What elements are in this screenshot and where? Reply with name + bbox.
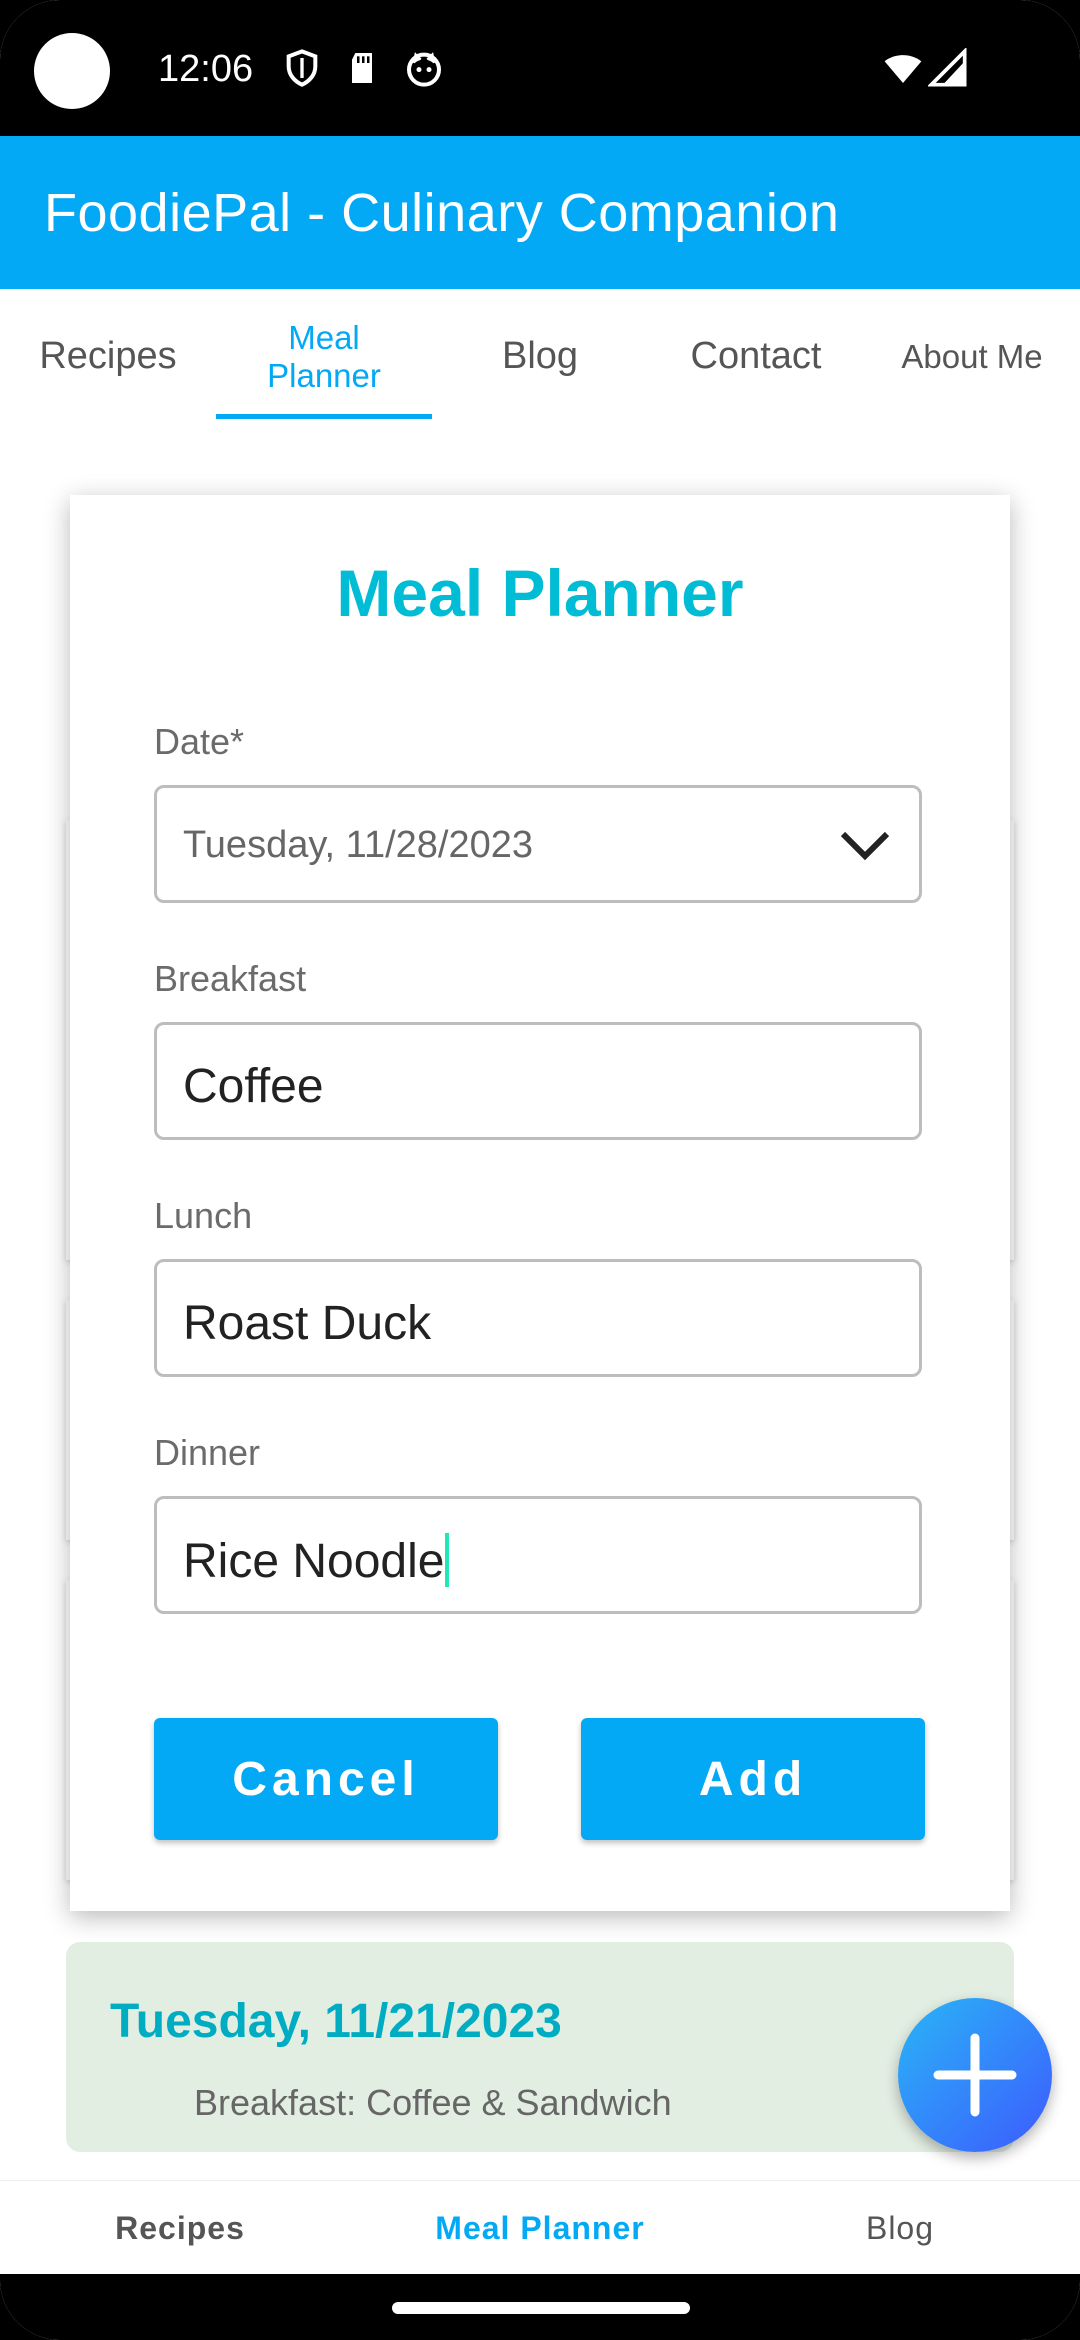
dinner-value: Rice Noodle xyxy=(183,1535,445,1588)
date-value: Tuesday, 11/28/2023 xyxy=(183,824,533,866)
meal-planner-dialog: Meal Planner Date* Tuesday, 11/28/2023 B… xyxy=(70,495,1010,1911)
entry-breakfast: Breakfast: Coffee & Sandwich xyxy=(194,2082,672,2123)
tab-about-me[interactable]: About Me xyxy=(864,289,1080,424)
dinner-value-wrap: Rice Noodle xyxy=(183,1533,450,1589)
signal-icon xyxy=(928,48,967,87)
chevron-down-icon xyxy=(840,831,890,861)
tab-indicator xyxy=(216,414,432,419)
breakfast-value: Coffee xyxy=(183,1060,324,1113)
text-cursor xyxy=(445,1533,450,1587)
app-bar: FoodiePal - Culinary Companion xyxy=(0,136,1080,289)
date-label: Date* xyxy=(154,721,245,762)
status-bar: 12:06 xyxy=(0,0,1080,136)
top-tab-bar: Recipes Meal Planner Blog Contact About … xyxy=(0,289,1080,424)
breakfast-input[interactable]: Coffee xyxy=(154,1022,922,1140)
bottom-nav: Recipes Meal Planner Blog xyxy=(0,2180,1080,2275)
dinner-label: Dinner xyxy=(154,1432,261,1473)
lunch-input[interactable]: Roast Duck xyxy=(154,1259,922,1377)
sd-card-icon xyxy=(352,53,372,83)
bottom-nav-blog[interactable]: Blog xyxy=(720,2181,1080,2275)
dialog-title: Meal Planner xyxy=(336,556,744,630)
home-gesture-bar[interactable] xyxy=(392,2302,690,2314)
add-button[interactable]: Add xyxy=(581,1718,925,1840)
camera-cutout xyxy=(34,33,110,109)
bottom-nav-meal-planner[interactable]: Meal Planner xyxy=(360,2181,720,2275)
breakfast-label: Breakfast xyxy=(154,958,307,999)
dinner-input[interactable]: Rice Noodle xyxy=(154,1496,922,1614)
date-select[interactable]: Tuesday, 11/28/2023 xyxy=(154,785,922,903)
app-title: FoodiePal - Culinary Companion xyxy=(44,183,840,243)
tab-blog[interactable]: Blog xyxy=(432,289,648,424)
entry-date: Tuesday, 11/21/2023 xyxy=(110,1995,562,2048)
meal-entry-card[interactable]: Tuesday, 11/21/2023 Breakfast: Coffee & … xyxy=(66,1942,1014,2152)
tab-meal-planner[interactable]: Meal Planner xyxy=(216,289,432,424)
cancel-button[interactable]: Cancel xyxy=(154,1718,498,1840)
bottom-nav-recipes[interactable]: Recipes xyxy=(0,2181,360,2275)
cat-face-icon xyxy=(407,52,441,87)
app-screen: 12:06 FoodiePal - Culinary Companion Rec… xyxy=(0,0,1080,2340)
lunch-value: Roast Duck xyxy=(183,1297,432,1350)
lunch-label: Lunch xyxy=(154,1195,253,1236)
wifi-icon xyxy=(884,55,922,83)
tab-meal-planner-label: Meal Planner xyxy=(267,318,381,394)
add-meal-fab[interactable] xyxy=(898,1998,1052,2152)
status-time: 12:06 xyxy=(158,48,254,90)
shield-icon xyxy=(286,49,318,87)
plus-icon xyxy=(933,2033,1017,2117)
tab-recipes[interactable]: Recipes xyxy=(0,289,216,424)
tab-contact[interactable]: Contact xyxy=(648,289,864,424)
